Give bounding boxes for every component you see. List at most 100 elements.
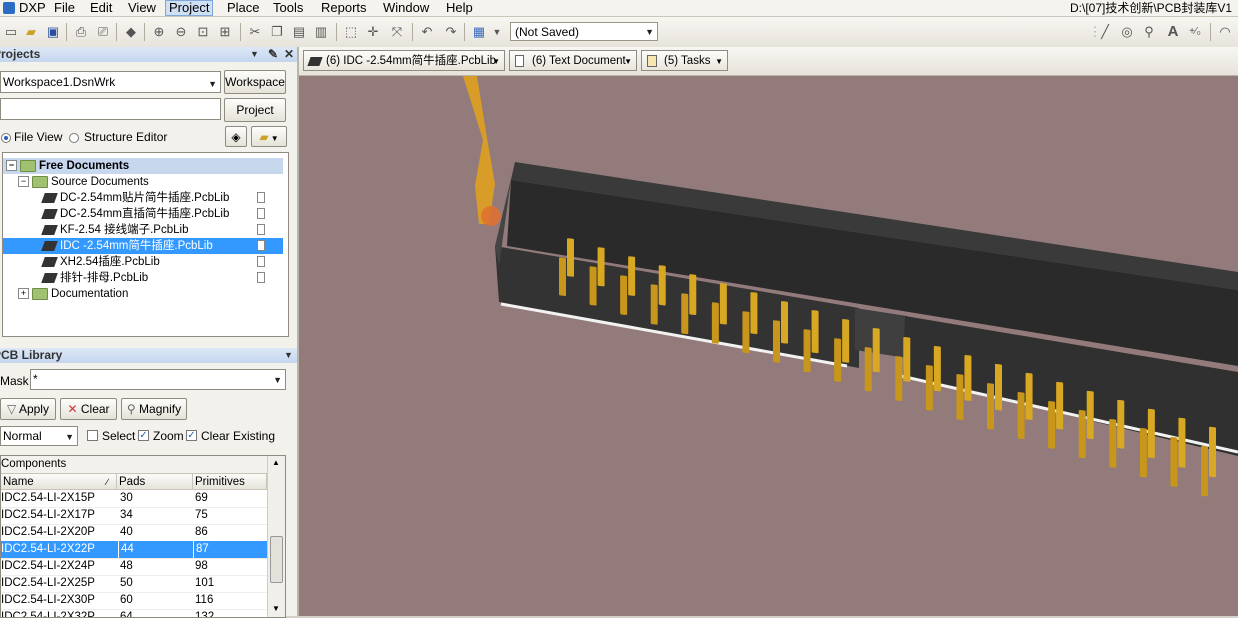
print-preview-icon[interactable]: ⎚ — [94, 23, 112, 41]
menu-place[interactable]: Place — [224, 0, 263, 16]
close-icon[interactable]: ✕ — [284, 47, 294, 62]
pcb-3d-view[interactable] — [299, 76, 1238, 616]
project-field[interactable] — [0, 98, 221, 120]
tree-free-documents[interactable]: − Free Documents — [3, 158, 283, 174]
menu-reports[interactable]: Reports — [318, 0, 370, 16]
column-header-pads[interactable]: Pads — [117, 474, 193, 490]
project-options-button[interactable]: ◈ — [225, 126, 247, 147]
zoom-label[interactable]: Zoom — [153, 429, 184, 443]
pad-tool-icon[interactable]: ◎ — [1118, 23, 1136, 41]
table-row[interactable]: IDC2.54-LI-2X30P 60 116 — [1, 592, 267, 610]
panel-menu-icon[interactable]: ▼ — [250, 47, 259, 62]
table-row[interactable]: IDC2.54-LI-2X32P 64 132 — [1, 609, 267, 617]
project-tree[interactable]: − Free Documents − Source Documents DC-2.5… — [2, 152, 289, 337]
collapse-icon[interactable]: − — [6, 160, 17, 172]
magnify-button[interactable]: ⚲ Magnify — [121, 398, 187, 420]
workspace-select[interactable]: Workspace1.DsnWrk ▼ — [0, 71, 221, 93]
zoom-out-icon[interactable]: ⊖ — [172, 23, 190, 41]
tree-file[interactable]: XH2.54插座.PcbLib — [3, 254, 283, 270]
move-icon[interactable]: ✛ — [364, 23, 382, 41]
clear-button[interactable]: ✕ Clear — [60, 398, 117, 420]
tab-tasks[interactable]: (5) Tasks ▼ — [641, 50, 728, 71]
tab-pcblib[interactable]: (6) IDC -2.54mm简牛插座.PcbLib ▼ — [303, 50, 505, 71]
components-table[interactable]: Components Name ∕ Pads Primitives IDC2.54… — [0, 455, 286, 618]
cut-icon[interactable]: ✂ — [246, 23, 264, 41]
file-view-label[interactable]: File View — [14, 130, 62, 144]
menu-dxp[interactable]: DXP — [16, 0, 49, 16]
connector-pin — [811, 310, 819, 354]
idc-connector-3d-model — [463, 76, 1238, 497]
workspace-button[interactable]: Workspace — [224, 70, 286, 94]
deselect-icon[interactable]: ⤧ — [388, 23, 406, 41]
mode-select[interactable]: Normal ▼ — [0, 426, 78, 446]
menu-edit[interactable]: Edit — [87, 0, 115, 16]
project-button[interactable]: Project — [224, 98, 286, 122]
tree-file[interactable]: KF-2.54 接线端子.PcbLib — [3, 222, 283, 238]
via-tool-icon[interactable]: ⚲ — [1140, 23, 1158, 41]
menu-file[interactable]: File — [51, 0, 78, 16]
tree-file-selected[interactable]: IDC -2.54mm简牛插座.PcbLib — [3, 238, 283, 254]
tree-file[interactable]: DC-2.54mm直插简牛插座.PcbLib — [3, 206, 283, 222]
scroll-thumb[interactable] — [270, 536, 283, 583]
print-icon[interactable]: ⎙ — [72, 23, 90, 41]
coordinate-tool-icon[interactable]: +⁄₀ — [1186, 23, 1204, 41]
apply-button[interactable]: ▽ Apply — [0, 398, 56, 420]
line-tool-icon[interactable]: ╱ — [1096, 23, 1114, 41]
expand-icon[interactable]: + — [18, 288, 29, 300]
paste-icon[interactable]: ▤ — [290, 23, 308, 41]
scroll-up-icon[interactable]: ▲ — [272, 458, 280, 467]
menu-view[interactable]: View — [125, 0, 159, 16]
mask-input[interactable]: * ▼ — [30, 369, 286, 390]
menu-help[interactable]: Help — [443, 0, 476, 16]
variant-select[interactable]: (Not Saved) ▼ — [510, 22, 658, 41]
string-tool-icon[interactable]: A — [1164, 23, 1182, 41]
project-folder-button[interactable]: ▰ ▼ — [251, 126, 287, 147]
column-header-primitives[interactable]: Primitives — [193, 474, 267, 490]
new-file-icon[interactable]: ▭ — [2, 23, 20, 41]
collapse-icon[interactable]: − — [18, 176, 29, 188]
tab-text-document[interactable]: (6) Text Document ▼ — [509, 50, 637, 71]
copy-icon[interactable]: ❐ — [268, 23, 286, 41]
table-row[interactable]: IDC2.54-LI-2X25P 50 101 — [1, 575, 267, 593]
components-group-header: Components — [1, 456, 285, 474]
grid-dropdown-icon[interactable]: ▼ — [488, 23, 506, 41]
file-view-radio[interactable] — [1, 133, 11, 143]
pin-icon[interactable]: ✎ — [268, 47, 278, 62]
tree-documentation[interactable]: + Documentation — [3, 286, 283, 302]
save-icon[interactable]: ▣ — [44, 23, 62, 41]
menu-window[interactable]: Window — [380, 0, 432, 16]
zoom-in-icon[interactable]: ⊕ — [150, 23, 168, 41]
open-folder-icon[interactable]: ▰ — [22, 23, 40, 41]
zoom-selected-icon[interactable]: ⊞ — [216, 23, 234, 41]
table-row[interactable]: IDC2.54-LI-2X24P 48 98 — [1, 558, 267, 576]
select-label[interactable]: Select — [102, 429, 135, 443]
tree-file[interactable]: 排针-排母.PcbLib — [3, 270, 283, 286]
table-row[interactable]: IDC2.54-LI-2X17P 34 75 — [1, 507, 267, 525]
scroll-down-icon[interactable]: ▼ — [272, 604, 280, 613]
table-row[interactable]: IDC2.54-LI-2X20P 40 86 — [1, 524, 267, 542]
structure-editor-label[interactable]: Structure Editor — [84, 130, 167, 144]
vertical-scrollbar[interactable]: ▲ ▼ — [267, 456, 285, 617]
arc-tool-icon[interactable]: ◠ — [1216, 23, 1234, 41]
clear-existing-checkbox[interactable]: ✓ — [186, 430, 197, 441]
redo-icon[interactable]: ↷ — [442, 23, 460, 41]
column-header-name[interactable]: Name ∕ — [1, 474, 117, 490]
zoom-checkbox[interactable]: ✓ — [138, 430, 149, 441]
menu-project[interactable]: Project — [165, 0, 214, 16]
tree-file[interactable]: DC-2.54mm贴片简牛插座.PcbLib — [3, 190, 283, 206]
structure-editor-radio[interactable] — [69, 133, 79, 143]
grid-icon[interactable]: ▦ — [470, 23, 488, 41]
undo-icon[interactable]: ↶ — [418, 23, 436, 41]
clear-existing-label[interactable]: Clear Existing — [201, 429, 275, 443]
dxp-logo-icon[interactable] — [3, 2, 15, 14]
table-row[interactable]: IDC2.54-LI-2X15P 30 69 — [1, 490, 267, 508]
select-checkbox[interactable] — [87, 430, 98, 441]
select-area-icon[interactable]: ⬚ — [342, 23, 360, 41]
zoom-area-icon[interactable]: ⊡ — [194, 23, 212, 41]
open-device-sheet-icon[interactable]: ◆ — [122, 23, 140, 41]
table-row-selected[interactable]: IDC2.54-LI-2X22P 44 87 — [1, 541, 267, 559]
panel-menu-icon[interactable]: ▼ — [284, 348, 293, 363]
rubber-stamp-icon[interactable]: ▥ — [312, 23, 330, 41]
menu-tools[interactable]: Tools — [270, 0, 306, 16]
tree-source-documents[interactable]: − Source Documents — [3, 174, 283, 190]
